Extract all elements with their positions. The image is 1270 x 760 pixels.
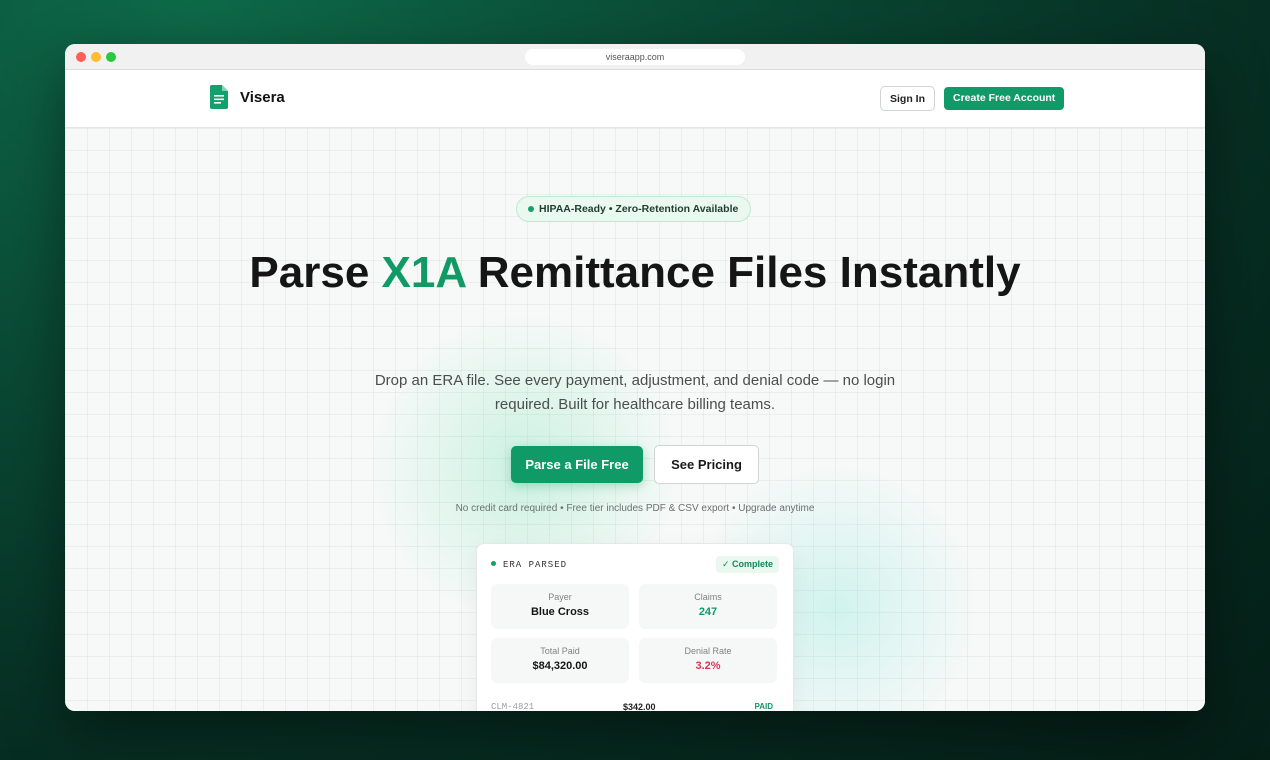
era-preview-card: ERA PARSED ✓ Complete Payer Blue Cross C… — [476, 543, 794, 711]
hero-fineprint: No credit card required • Free tier incl… — [455, 503, 815, 514]
card-title: ERA PARSED — [491, 560, 567, 570]
stat-label: Payer — [548, 592, 572, 602]
minimize-window-button[interactable] — [91, 52, 101, 62]
status-badge: ✓ Complete — [715, 556, 779, 573]
stat-payer: Payer Blue Cross — [491, 584, 629, 629]
headline-pre: Parse — [249, 248, 382, 297]
brand-name: Visera — [240, 88, 285, 106]
stat-claims: Claims 247 — [639, 584, 777, 629]
stat-value: 247 — [698, 606, 718, 618]
address-bar[interactable]: viseraapp.com — [525, 49, 745, 65]
brand-logo[interactable]: Visera — [210, 85, 285, 109]
create-account-button[interactable]: Create Free Account — [944, 87, 1065, 110]
claim-id: CLM-4821 — [491, 702, 535, 711]
stat-label: Total Paid — [540, 646, 580, 656]
compliance-badge: HIPAA-Ready • Zero-Retention Available — [516, 196, 752, 222]
page-headline: Parse X1A Remittance Files Instantly — [65, 246, 1205, 300]
stat-total-paid: Total Paid $84,320.00 — [491, 638, 629, 683]
document-logo-icon — [210, 85, 228, 109]
hero-subtext: Drop an ERA file. See every payment, adj… — [374, 372, 896, 413]
close-window-button[interactable] — [76, 52, 86, 62]
headline-accent: X1A — [381, 248, 466, 297]
maximize-window-button[interactable] — [106, 52, 116, 62]
stat-value: Blue Cross — [530, 606, 590, 618]
headline-post: Remittance Files Instantly — [465, 248, 1021, 297]
stat-value: 3.2% — [695, 660, 721, 672]
stat-label: Denial Rate — [684, 646, 732, 656]
browser-titlebar: viseraapp.com — [65, 44, 1205, 70]
sign-in-button[interactable]: Sign In — [880, 86, 935, 111]
see-pricing-button[interactable]: See Pricing — [654, 445, 759, 484]
hero-section: HIPAA-Ready • Zero-Retention Available P… — [65, 128, 1205, 711]
stat-value: $84,320.00 — [532, 660, 588, 672]
claim-amount: $342.00 — [623, 702, 656, 711]
browser-window: viseraapp.com Visera Sign In Create Free… — [65, 44, 1205, 711]
stat-denial-rate: Denial Rate 3.2% — [639, 638, 777, 683]
claim-status: PAID — [754, 702, 773, 711]
stat-label: Claims — [694, 592, 722, 602]
parse-file-button[interactable]: Parse a File Free — [511, 446, 643, 483]
top-navbar: Visera Sign In Create Free Account — [65, 70, 1205, 128]
